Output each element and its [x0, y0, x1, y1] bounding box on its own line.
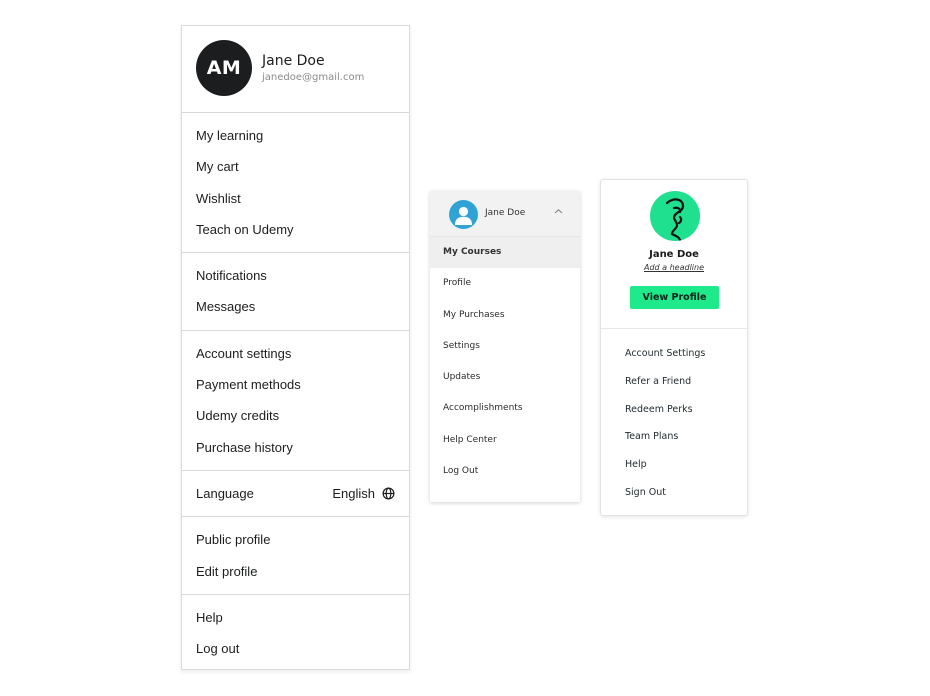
menu-item-log-out[interactable]: Log Out — [430, 456, 580, 487]
menu-item-teach[interactable]: Teach on Udemy — [182, 214, 409, 245]
menu-item-my-courses[interactable]: My Courses — [430, 237, 580, 269]
menu-item-help-center[interactable]: Help Center — [430, 425, 580, 456]
menu-item-public-profile[interactable]: Public profile — [182, 524, 409, 555]
account-dropdown-udemy: AM Jane Doe janedoe@gmail.com My learnin… — [181, 25, 410, 670]
user-name: Jane Doe — [485, 208, 526, 218]
user-name: Jane Doe — [262, 53, 325, 69]
add-headline-link[interactable]: Add a headline — [601, 263, 747, 272]
globe-icon — [382, 487, 395, 500]
menu-item-help[interactable]: Help — [182, 602, 409, 633]
chevron-up-icon[interactable] — [554, 208, 563, 218]
menu-list: Account Settings Refer a Friend Redeem P… — [601, 329, 747, 507]
menu-item-redeem-perks[interactable]: Redeem Perks — [601, 396, 747, 424]
menu-item-my-cart[interactable]: My cart — [182, 151, 409, 182]
user-icon — [449, 200, 478, 229]
profile-header[interactable]: AM Jane Doe janedoe@gmail.com — [182, 26, 409, 113]
menu-item-refer-friend[interactable]: Refer a Friend — [601, 368, 747, 396]
menu-item-edit-profile[interactable]: Edit profile — [182, 556, 409, 587]
account-dropdown-compact: Jane Doe My Courses Profile My Purchases… — [430, 191, 580, 502]
menu-item-updates[interactable]: Updates — [430, 362, 580, 393]
menu-item-language[interactable]: Language English — [182, 478, 409, 509]
menu-section-help: Help Log out — [182, 595, 409, 672]
menu-section-learning: My learning My cart Wishlist Teach on Ud… — [182, 113, 409, 254]
language-label: Language — [196, 485, 254, 501]
account-dropdown-card: Jane Doe Add a headline View Profile Acc… — [600, 179, 748, 516]
profile-header-toggle[interactable]: Jane Doe — [430, 191, 580, 237]
menu-item-settings[interactable]: Settings — [430, 331, 580, 362]
menu-item-log-out[interactable]: Log out — [182, 633, 409, 664]
menu-item-team-plans[interactable]: Team Plans — [601, 423, 747, 451]
menu-item-payment-methods[interactable]: Payment methods — [182, 369, 409, 400]
menu-section-messages: Notifications Messages — [182, 253, 409, 331]
menu-item-my-purchases[interactable]: My Purchases — [430, 300, 580, 331]
menu-item-profile[interactable]: Profile — [430, 268, 580, 299]
menu-section-language: Language English — [182, 471, 409, 518]
menu-item-wishlist[interactable]: Wishlist — [182, 183, 409, 214]
menu-item-sign-out[interactable]: Sign Out — [601, 479, 747, 507]
menu-item-my-learning[interactable]: My learning — [182, 120, 409, 151]
menu-section-profile: Public profile Edit profile — [182, 517, 409, 595]
menu-item-account-settings[interactable]: Account Settings — [601, 340, 747, 368]
user-email: janedoe@gmail.com — [262, 72, 365, 83]
user-name: Jane Doe — [649, 249, 699, 260]
avatar[interactable]: AM — [196, 40, 252, 96]
menu-item-help[interactable]: Help — [601, 451, 747, 479]
view-profile-button[interactable]: View Profile — [630, 286, 719, 309]
menu-item-udemy-credits[interactable]: Udemy credits — [182, 400, 409, 431]
menu-section-account: Account settings Payment methods Udemy c… — [182, 331, 409, 471]
language-selector[interactable]: English — [332, 478, 395, 509]
menu-item-account-settings[interactable]: Account settings — [182, 338, 409, 369]
menu-item-purchase-history[interactable]: Purchase history — [182, 432, 409, 463]
language-value: English — [332, 485, 375, 501]
menu-item-accomplishments[interactable]: Accomplishments — [430, 393, 580, 424]
menu-item-messages[interactable]: Messages — [182, 291, 409, 322]
menu-item-notifications[interactable]: Notifications — [182, 260, 409, 291]
profile-card: Jane Doe Add a headline View Profile — [601, 180, 747, 329]
face-line-art-icon[interactable] — [650, 191, 700, 241]
